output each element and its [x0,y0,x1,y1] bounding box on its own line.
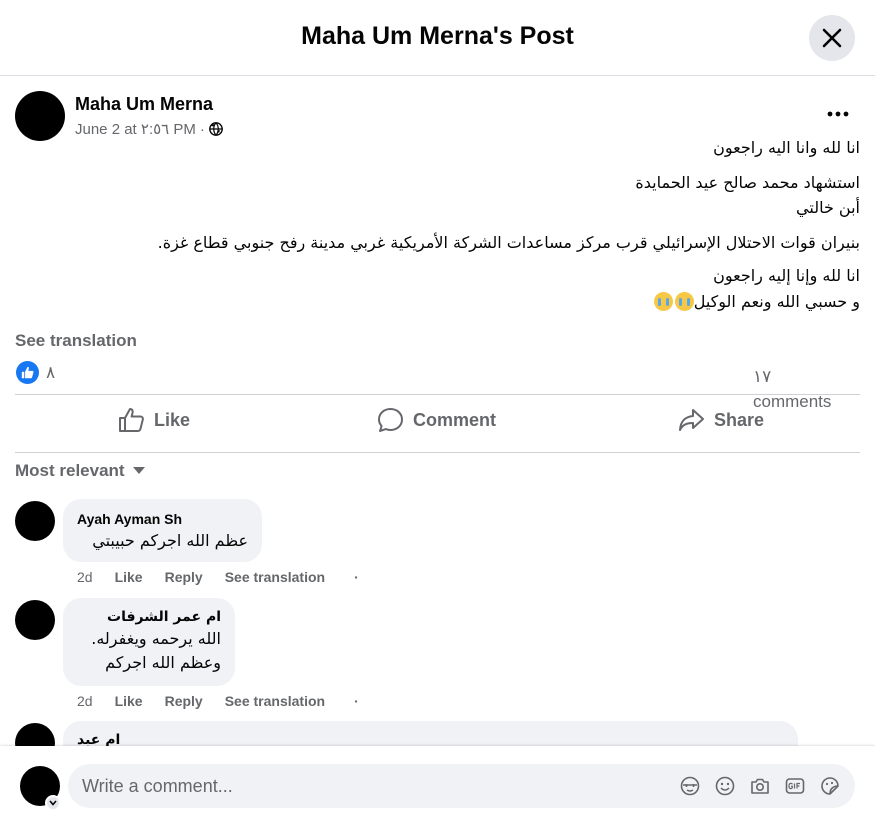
like-reaction-icon[interactable] [16,361,39,384]
share-button-label: Share [714,409,765,430]
camera-icon[interactable] [750,776,770,796]
comment-text: عظم الله اجركم حبيبتي [92,531,248,550]
divider [15,394,860,395]
comment-composer [0,746,875,832]
share-icon [679,409,704,431]
post-line-5: انا لله وإنا إليه راجعون [713,266,860,285]
commenter-avatar[interactable] [15,600,55,640]
globe-icon [209,122,223,136]
crying-emoji-icon [674,292,694,311]
comment-bubble: ام عمر الشرفات الله يرحمه ويغفرله. وعظم … [63,598,235,686]
page-title: Maha Um Merna's Post [301,22,574,50]
post-line-6-text: و حسبي الله ونعم الوكيل [693,292,860,311]
post-line-1: انا لله وانا اليه راجعون [713,138,860,157]
avatar-sticker-icon[interactable] [680,776,700,796]
post-line-6: و حسبي الله ونعم الوكيل [80,291,860,313]
comment-text-line-1: الله يرحمه ويغفرله. [91,629,221,648]
comments-count[interactable]: ١٧ comments [753,364,853,414]
comment-button[interactable]: Comment [377,400,496,440]
sort-label: Most relevant [15,461,125,480]
close-button[interactable] [809,15,855,61]
comment-see-translation[interactable]: See translation [225,693,325,709]
post-line-2: استشهاد محمد صالح عيد الحمايدة [635,173,860,192]
chevron-down-icon [49,800,57,806]
author-avatar[interactable] [15,91,65,141]
post-dialog: Maha Um Merna's Post Maha Um Merna June … [0,0,875,832]
comment-like-button[interactable]: Like [115,693,143,709]
post-line-4: بنيران قوات الاحتلال الإسرائيلي قرب مركز… [157,233,860,252]
comment-dot: · [354,693,359,709]
comment-author[interactable]: Ayah Ayman Sh [77,509,248,529]
dialog-header: Maha Um Merna's Post [0,0,875,76]
comment-dot: · [354,569,359,585]
emoji-icon[interactable] [715,776,735,796]
profile-switch-button[interactable] [45,795,61,811]
like-icon [119,408,144,432]
post-line-3: أبن خالتي [796,198,860,217]
gif-icon[interactable] [785,776,805,796]
thumbs-up-icon [21,366,34,379]
sticker-icon[interactable] [820,776,840,796]
composer-tools [680,776,840,796]
more-icon [827,111,849,117]
comment-reply-button[interactable]: Reply [165,693,203,709]
comment-text-line-2: وعظم الله اجركم [105,653,221,672]
comment-icon [378,408,403,432]
sort-comments-dropdown[interactable]: Most relevant [15,461,145,481]
caret-down-icon [132,467,145,474]
comment-see-translation[interactable]: See translation [225,569,325,585]
close-icon [822,28,842,48]
post-date[interactable]: June 2 at ٢:٥٦ PM [75,120,196,138]
comment-like-button[interactable]: Like [115,569,143,585]
like-button-label: Like [154,409,191,430]
comment-bubble: Ayah Ayman Sh عظم الله اجركم حبيبتي [63,499,262,562]
divider [15,452,860,453]
comment-button-label: Comment [413,409,497,430]
crying-emoji-icon [653,292,673,311]
reaction-count[interactable]: ٨ [46,363,55,383]
author-name[interactable]: Maha Um Merna [75,94,213,115]
see-translation-link[interactable]: See translation [15,331,137,351]
comment-actions: 2d Like Reply See translation · [77,693,359,709]
post-meta: June 2 at ٢:٥٦ PM · [75,120,223,138]
share-button[interactable]: Share [678,400,764,440]
like-button[interactable]: Like [118,400,190,440]
comment-author[interactable]: ام عمر الشرفات [77,607,221,627]
comment-time[interactable]: 2d [77,569,93,585]
comment-actions: 2d Like Reply See translation · [77,569,359,585]
commenter-avatar[interactable] [15,501,55,541]
comment-time[interactable]: 2d [77,693,93,709]
comment-reply-button[interactable]: Reply [165,569,203,585]
more-options-button[interactable] [820,100,856,128]
meta-separator: · [199,120,205,138]
